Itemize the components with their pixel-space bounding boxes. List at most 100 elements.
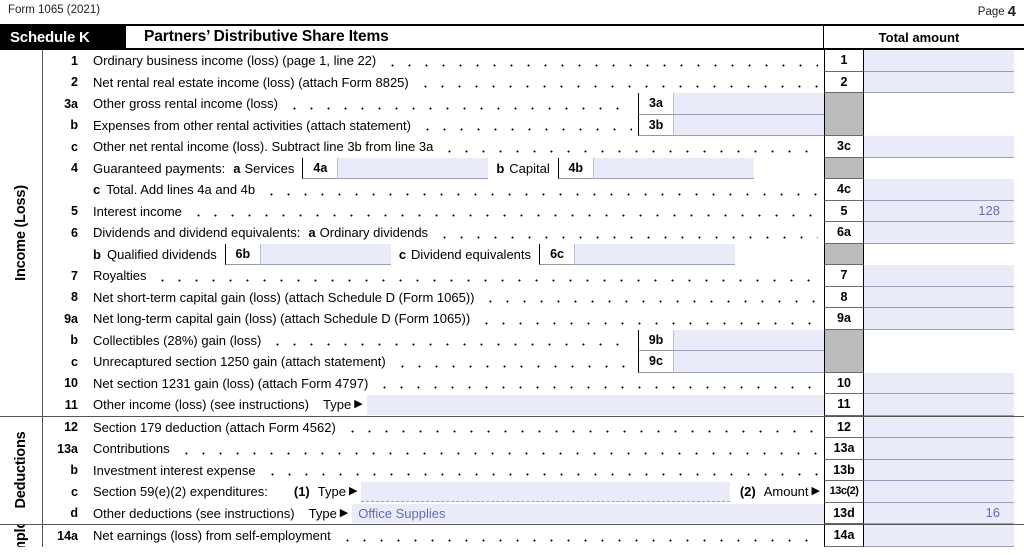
line-number: 9a: [64, 311, 78, 326]
line-number: 5: [71, 204, 78, 219]
line-text: Net short-term capital gain (loss) (atta…: [93, 289, 475, 305]
schedule-tag: Schedule K: [0, 26, 126, 48]
amount-label: Amount: [763, 484, 809, 500]
right-margin: [1014, 502, 1024, 524]
mid-text: Capital: [509, 160, 550, 176]
section-rows-2: 14a Net earnings (loss) from self-employm…: [43, 525, 1024, 547]
right-margin: [1014, 286, 1024, 308]
inline-field-tag: 3a: [638, 93, 673, 115]
total-amount-cell[interactable]: [864, 438, 1014, 460]
total-amount-cell[interactable]: [864, 525, 1014, 547]
line-text: Other gross rental income (loss): [93, 96, 278, 112]
leader-dots: [478, 321, 818, 325]
line-text: Other deductions (see instructions): [93, 505, 295, 521]
total-amount-cell[interactable]: [864, 394, 1014, 416]
leader-dots: [418, 128, 632, 131]
total-amount-cell: [864, 114, 1014, 136]
leader-dots: [441, 149, 818, 153]
right-margin: [1014, 308, 1024, 330]
line-reference-box: 2: [824, 71, 864, 93]
line-text: Expenses from other rental activities (a…: [93, 117, 411, 133]
line-description: b Qualified dividends 6b c Dividend equival…: [85, 243, 824, 265]
line-number: [43, 244, 85, 266]
line-number: b: [70, 463, 78, 478]
leader-dots: [482, 300, 818, 303]
right-margin: [1014, 26, 1024, 48]
line-reference-box: [824, 93, 864, 115]
line-reference-box: 12: [824, 416, 864, 438]
lead-letter: a: [233, 160, 241, 176]
right-margin: [1014, 265, 1024, 287]
inline-field-input[interactable]: [673, 114, 824, 136]
inline-field-input[interactable]: [337, 157, 489, 179]
section-rows-1: 12 Section 179 deduction (attach Form 456…: [43, 416, 1024, 525]
table-row: d Other deductions (see instructions) Type…: [43, 502, 1024, 525]
line-number: 11: [64, 397, 78, 412]
inline-field-tag: 6c: [539, 243, 575, 265]
line-number: 2: [71, 75, 78, 90]
inline-field-input[interactable]: [259, 243, 391, 265]
line-text: Net section 1231 gain (loss) (attach For…: [93, 375, 369, 391]
total-amount-cell[interactable]: [864, 459, 1014, 481]
total-amount-cell[interactable]: [864, 50, 1014, 72]
type-input[interactable]: Office Supplies: [352, 503, 824, 523]
line-description: Net short-term capital gain (loss) (atta…: [85, 287, 824, 309]
right-margin: [1014, 93, 1024, 115]
type-input[interactable]: [361, 482, 730, 502]
section-self-employment: Self-Employment 14a Net earnings (loss) fr…: [0, 525, 1024, 547]
triangle-pointer-icon: ▶: [348, 485, 358, 498]
line-number: d: [70, 506, 78, 521]
line-reference-box: [824, 351, 864, 373]
leader-dots: [189, 214, 818, 217]
line-number: 4: [71, 161, 78, 176]
table-row: 7 Royalties 7: [43, 265, 1024, 287]
line-description: Contributions: [85, 438, 824, 460]
form-identifier: Form 1065 (2021): [8, 4, 101, 16]
page-number-label: Page 4: [978, 3, 1016, 20]
line-description: Other deductions (see instructions) Type ▶…: [85, 503, 824, 525]
line-text: Guaranteed payments:: [93, 160, 226, 176]
right-margin: [1014, 136, 1024, 158]
line-description: Section 59(e)(2) expenditures: (1) Type ▶ (2…: [85, 481, 824, 503]
total-amount-cell[interactable]: [864, 179, 1014, 201]
line-description: Net rental real estate income (loss) (at…: [85, 72, 824, 94]
inline-field-input[interactable]: [673, 329, 824, 351]
line-description: c Total. Add lines 4a and 4b: [85, 179, 824, 201]
line-number: 3a: [64, 96, 78, 111]
line-reference-box: [824, 329, 864, 351]
line-text: Net earnings (loss) from self-employment: [93, 528, 331, 544]
total-amount-cell[interactable]: 128: [864, 200, 1014, 222]
inline-field-input[interactable]: [574, 243, 736, 265]
total-amount-cell[interactable]: [864, 71, 1014, 93]
triangle-pointer-icon: ▶: [339, 506, 349, 519]
type-input[interactable]: [366, 395, 824, 415]
right-margin: [1014, 459, 1024, 481]
total-amount-cell[interactable]: [864, 308, 1014, 330]
line-number: [43, 179, 85, 201]
line-number: c: [71, 354, 78, 369]
table-row: 1 Ordinary business income (loss) (page 1…: [43, 50, 1024, 72]
table-row: b Qualified dividends 6b c Dividend equival…: [43, 243, 1024, 266]
section-rows-0: 1 Ordinary business income (loss) (page 1…: [43, 50, 1024, 416]
inline-field-input[interactable]: [673, 93, 824, 115]
right-margin: [1014, 200, 1024, 222]
inline-field-input[interactable]: [673, 351, 824, 373]
right-margin: [1014, 416, 1024, 438]
line-reference-box: 3c: [824, 136, 864, 158]
right-margin: [1014, 525, 1024, 547]
total-amount-cell[interactable]: [864, 265, 1014, 287]
total-amount-cell[interactable]: [864, 286, 1014, 308]
line-text: Qualified dividends: [106, 246, 217, 262]
leader-dots: [393, 364, 632, 368]
total-amount-cell[interactable]: [864, 222, 1014, 244]
inline-field-input[interactable]: [592, 157, 754, 179]
line-description: Net section 1231 gain (loss) (attach For…: [85, 373, 824, 395]
line-text: Investment interest expense: [93, 462, 256, 478]
total-amount-cell[interactable]: [864, 372, 1014, 394]
total-amount-cell[interactable]: [864, 481, 1014, 503]
total-amount-cell[interactable]: 16: [864, 502, 1014, 524]
mid-letter: b: [496, 160, 505, 176]
line-number: b: [70, 118, 78, 133]
total-amount-cell[interactable]: [864, 136, 1014, 158]
total-amount-cell[interactable]: [864, 416, 1014, 438]
